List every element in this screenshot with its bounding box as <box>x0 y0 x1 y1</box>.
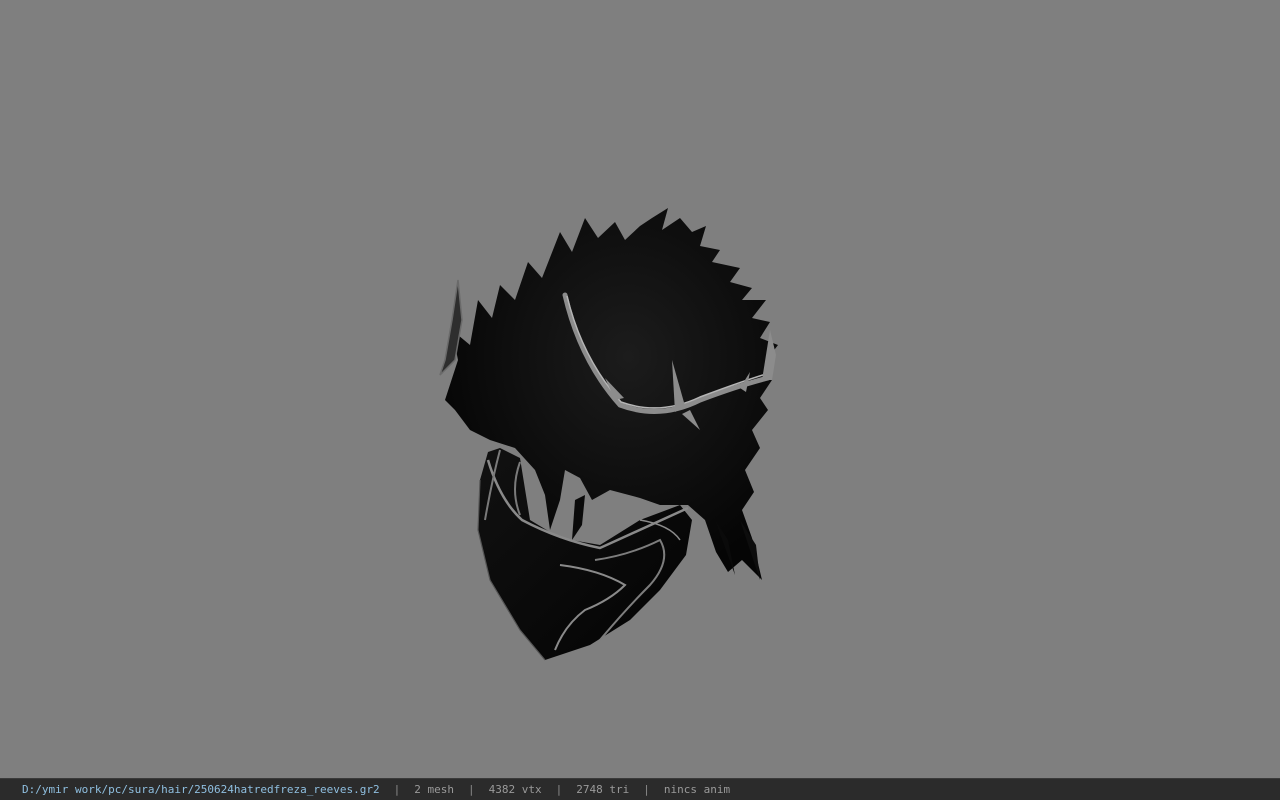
vertex-count: 4382 vtx <box>488 783 542 796</box>
hair-strand <box>572 495 585 540</box>
file-path: D:/ymir work/pc/sura/hair/250624hatredfr… <box>22 783 380 796</box>
triangle-count: 2748 tri <box>576 783 630 796</box>
3d-viewport[interactable] <box>0 0 1280 778</box>
separator: | <box>643 783 650 796</box>
animation-status: nincs anim <box>663 783 731 796</box>
hair-model-render[interactable] <box>0 0 1280 778</box>
separator: | <box>468 783 475 796</box>
separator: | <box>555 783 563 796</box>
separator: | <box>393 783 401 796</box>
status-bar: D:/ymir work/pc/sura/hair/250624hatredfr… <box>0 778 1280 800</box>
mesh-count: 2 mesh <box>414 783 454 796</box>
